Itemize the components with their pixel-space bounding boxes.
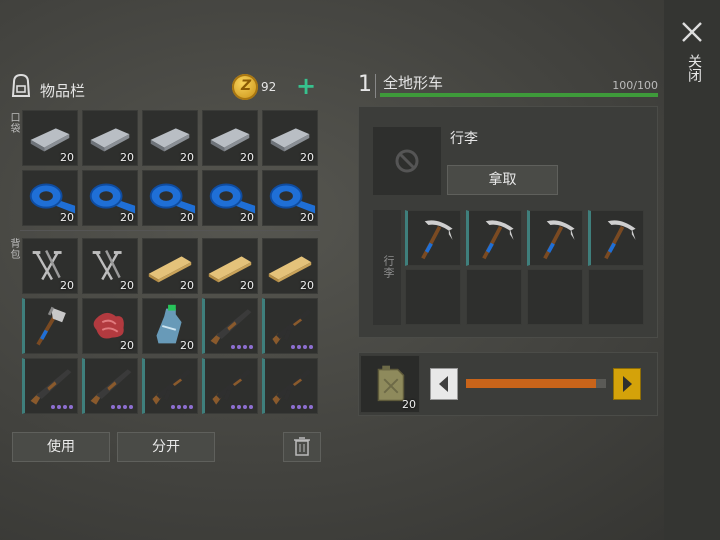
use-button[interactable]: 使用 — [12, 432, 110, 462]
attachment-dots — [291, 345, 313, 349]
fuel-slot[interactable]: 20 — [360, 355, 420, 413]
vehicle-name: 全地形车 — [383, 74, 444, 92]
item-count: 20 — [180, 339, 194, 352]
add-coins-button[interactable]: + — [296, 74, 318, 98]
vehicle-image-slot — [373, 127, 441, 195]
inventory-slot[interactable]: 20 — [82, 298, 138, 354]
inventory-slot[interactable]: 20 — [202, 170, 258, 226]
inventory-slot[interactable]: 20 — [82, 110, 138, 166]
empty-slot-icon — [395, 149, 419, 173]
inventory-slot[interactable] — [262, 358, 318, 414]
inventory-slot[interactable] — [142, 358, 198, 414]
inventory-slot[interactable] — [82, 358, 138, 414]
pocket-label: 口袋 — [8, 112, 19, 134]
durability-text: 100/100 — [612, 79, 658, 92]
item-count: 20 — [240, 151, 254, 164]
inventory-slot[interactable]: 20 — [82, 170, 138, 226]
inventory-slot[interactable] — [405, 210, 461, 266]
attachment-dots — [231, 345, 253, 349]
close-icon[interactable] — [681, 21, 703, 43]
inventory-slot[interactable] — [405, 269, 461, 325]
inventory-slot[interactable]: 20 — [142, 238, 198, 294]
inventory-slot[interactable] — [588, 210, 644, 266]
inventory-slot[interactable]: 20 — [82, 238, 138, 294]
item-count: 20 — [240, 279, 254, 292]
backpack-label: 背包 — [8, 238, 19, 260]
item-count: 20 — [180, 151, 194, 164]
inventory-slot[interactable] — [262, 298, 318, 354]
inventory-title: 物品栏 — [40, 82, 86, 100]
item-count: 20 — [120, 151, 134, 164]
fuel-increase-button[interactable] — [613, 368, 641, 400]
inventory-slot[interactable]: 20 — [142, 298, 198, 354]
inventory-slot[interactable] — [588, 269, 644, 325]
inventory-slot[interactable]: 20 — [262, 110, 318, 166]
item-count: 20 — [180, 279, 194, 292]
inventory-slot[interactable] — [527, 210, 583, 266]
attachment-dots — [51, 405, 73, 409]
inventory-slot[interactable]: 20 — [202, 238, 258, 294]
inventory-slot[interactable] — [527, 269, 583, 325]
split-button[interactable]: 分开 — [117, 432, 215, 462]
item-count: 20 — [120, 339, 134, 352]
luggage-side-label: 行李 — [382, 255, 395, 279]
arrow-right-icon — [623, 376, 632, 392]
item-count: 20 — [180, 211, 194, 224]
item-count: 20 — [60, 151, 74, 164]
inventory-slot[interactable]: 20 — [22, 170, 78, 226]
inventory-slot[interactable]: 20 — [142, 110, 198, 166]
attachment-dots — [231, 405, 253, 409]
inventory-slot[interactable]: 20 — [262, 170, 318, 226]
take-button[interactable]: 拿取 — [447, 165, 558, 195]
luggage-title: 行李 — [450, 131, 478, 147]
item-count: 20 — [60, 211, 74, 224]
inventory-slot[interactable]: 20 — [22, 238, 78, 294]
arrow-left-icon — [439, 376, 448, 392]
inventory-slot[interactable] — [466, 269, 522, 325]
inventory-slot[interactable]: 20 — [142, 170, 198, 226]
trash-icon — [294, 437, 310, 456]
close-label[interactable]: 关闭 — [684, 54, 704, 82]
inventory-slot[interactable] — [202, 298, 258, 354]
attachment-dots — [171, 405, 193, 409]
inventory-slot[interactable]: 20 — [202, 110, 258, 166]
inventory-slot[interactable] — [22, 298, 78, 354]
trash-button[interactable] — [283, 432, 321, 462]
inventory-slot[interactable] — [202, 358, 258, 414]
item-count: 20 — [300, 151, 314, 164]
coin-count: 92 — [261, 80, 277, 94]
item-count: 20 — [120, 279, 134, 292]
vehicle-divider — [375, 74, 376, 98]
attachment-dots — [111, 405, 133, 409]
item-count: 20 — [120, 211, 134, 224]
vehicle-number: 1 — [358, 72, 372, 97]
durability-bar — [380, 93, 658, 97]
backpack-icon — [6, 70, 36, 100]
durability-fill — [380, 93, 658, 97]
fuel-bar[interactable] — [466, 379, 606, 388]
inventory-slot[interactable]: 20 — [22, 110, 78, 166]
fuel-fill — [466, 379, 597, 388]
item-count: 20 — [300, 279, 314, 292]
section-divider — [20, 230, 320, 231]
inventory-slot[interactable] — [466, 210, 522, 266]
inventory-slot[interactable] — [22, 358, 78, 414]
fuel-count: 20 — [402, 398, 416, 411]
item-count: 20 — [300, 211, 314, 224]
inventory-slot[interactable]: 20 — [262, 238, 318, 294]
item-count: 20 — [60, 279, 74, 292]
coin-icon: Z — [232, 74, 258, 100]
item-count: 20 — [240, 211, 254, 224]
fuel-decrease-button[interactable] — [430, 368, 458, 400]
attachment-dots — [291, 405, 313, 409]
